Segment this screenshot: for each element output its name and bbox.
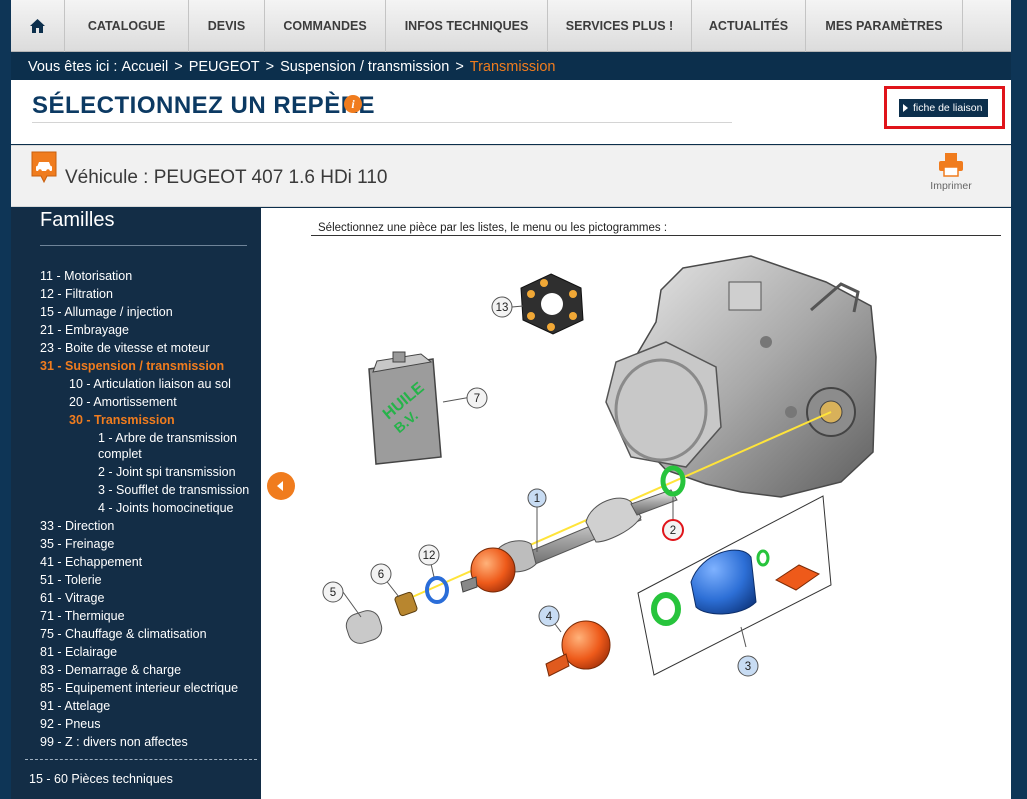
vehicle-label: Véhicule : PEUGEOT 407 1.6 HDi 110: [65, 167, 388, 188]
gearbox-illustration: [605, 255, 877, 498]
play-arrow-icon: [903, 104, 908, 112]
family-item[interactable]: 33 - Direction: [40, 517, 262, 535]
family-item[interactable]: 61 - Vitrage: [40, 589, 262, 607]
families-sidebar: Familles 11 - Motorisation 12 - Filtrati…: [11, 208, 261, 799]
breadcrumb-current: Transmission: [469, 58, 556, 75]
callout-label: 6: [378, 569, 384, 581]
part-item[interactable]: 1 - Arbre de transmission complet: [40, 429, 262, 463]
part-item[interactable]: 3 - Soufflet de transmission: [40, 481, 262, 499]
printer-icon: [939, 153, 963, 177]
info-icon[interactable]: i: [344, 95, 362, 113]
callout-label: 13: [496, 302, 509, 314]
family-item[interactable]: 11 - Motorisation: [40, 267, 262, 285]
nav-devis[interactable]: DEVIS: [189, 0, 265, 52]
fiche-highlight-frame: fiche de liaison: [884, 86, 1005, 129]
page-header: SÉLECTIONNEZ UN REPÈRE i fiche de liaiso…: [11, 80, 1011, 144]
page-title: SÉLECTIONNEZ UN REPÈRE: [32, 92, 376, 119]
nav-commandes[interactable]: COMMANDES: [265, 0, 386, 52]
callout-label: 7: [474, 393, 480, 405]
sidebar-divider: [40, 245, 247, 246]
family-item[interactable]: 21 - Embrayage: [40, 321, 262, 339]
instruction-text: Sélectionnez une pièce par les listes, l…: [318, 222, 668, 234]
hex-coupling-illustration: [520, 273, 584, 335]
title-divider: [32, 122, 732, 123]
vehicle-bar: Véhicule : PEUGEOT 407 1.6 HDi 110 Impri…: [11, 145, 1011, 207]
print-button[interactable]: Imprimer: [921, 152, 981, 198]
print-label: Imprimer: [930, 180, 972, 192]
fiche-de-liaison-button[interactable]: fiche de liaison: [899, 99, 989, 117]
family-item[interactable]: 85 - Equipement interieur electrique: [40, 679, 262, 697]
family-item-active[interactable]: 31 - Suspension / transmission: [40, 357, 262, 375]
car-badge-icon: [31, 151, 57, 184]
family-item[interactable]: 99 - Z : divers non affectes: [40, 733, 262, 751]
home-icon: [30, 19, 45, 33]
nav-catalogue[interactable]: CATALOGUE: [65, 0, 189, 52]
callout-3[interactable]: 3: [737, 655, 759, 677]
subfamily-item[interactable]: 20 - Amortissement: [40, 393, 262, 411]
callout-7[interactable]: 7: [466, 387, 488, 409]
sidebar-footer[interactable]: 15 - 60 Pièces techniques: [29, 772, 173, 786]
callout-label: 2: [670, 525, 676, 537]
callout-label: 1: [534, 493, 540, 505]
home-button[interactable]: [11, 0, 65, 52]
top-navigation: CATALOGUE DEVIS COMMANDES INFOS TECHNIQU…: [11, 0, 1011, 52]
nav-services-plus[interactable]: SERVICES PLUS !: [548, 0, 692, 52]
family-item[interactable]: 91 - Attelage: [40, 697, 262, 715]
nav-actualites[interactable]: ACTUALITÉS: [692, 0, 806, 52]
page-background-right: [1011, 0, 1027, 799]
fiche-button-label: fiche de liaison: [913, 102, 983, 114]
callout-12[interactable]: 12: [418, 544, 440, 566]
part-item[interactable]: 4 - Joints homocinetique: [40, 499, 262, 517]
callout-6[interactable]: 6: [370, 563, 392, 585]
callout-5[interactable]: 5: [322, 581, 344, 603]
subfamily-item-active[interactable]: 30 - Transmission: [40, 411, 262, 429]
exploded-parts-diagram: HUILE B.V. 1 2 3 4 5 6 7 12 13: [322, 255, 877, 677]
page-background-left: [0, 0, 11, 799]
breadcrumb-suspension[interactable]: Suspension / transmission: [280, 59, 449, 75]
family-item[interactable]: 83 - Demarrage & charge: [40, 661, 262, 679]
nav-infos-techniques[interactable]: INFOS TECHNIQUES: [386, 0, 548, 52]
family-item[interactable]: 81 - Eclairage: [40, 643, 262, 661]
callout-4[interactable]: 4: [538, 605, 560, 627]
family-list: 11 - Motorisation 12 - Filtration 15 - A…: [40, 267, 262, 751]
callout-13[interactable]: 13: [491, 296, 513, 318]
family-item[interactable]: 92 - Pneus: [40, 715, 262, 733]
family-item[interactable]: 51 - Tolerie: [40, 571, 262, 589]
callout-label: 12: [423, 550, 436, 562]
subfamily-item[interactable]: 10 - Articulation liaison au sol: [40, 375, 262, 393]
callout-2[interactable]: 2: [662, 519, 684, 541]
family-item[interactable]: 23 - Boite de vitesse et moteur: [40, 339, 262, 357]
family-item[interactable]: 71 - Thermique: [40, 607, 262, 625]
breadcrumb-peugeot[interactable]: PEUGEOT: [189, 59, 260, 75]
family-item[interactable]: 75 - Chauffage & climatisation: [40, 625, 262, 643]
oil-can-illustration: HUILE B.V.: [368, 351, 442, 465]
breadcrumb-prefix: Vous êtes ici :: [28, 58, 118, 75]
callout-label: 5: [330, 587, 336, 599]
nav-mes-parametres[interactable]: MES PARAMÈTRES: [806, 0, 963, 52]
family-item[interactable]: 41 - Echappement: [40, 553, 262, 571]
sidebar-dashed-divider: [25, 759, 257, 760]
chevron-left-icon: [277, 481, 283, 491]
breadcrumb-separator: >: [265, 58, 275, 75]
breadcrumb: Vous êtes ici : Accueil > PEUGEOT > Susp…: [11, 53, 1011, 80]
sidebar-collapse-button[interactable]: [267, 472, 295, 500]
breadcrumb-separator: >: [174, 58, 183, 75]
callout-label: 4: [546, 611, 553, 623]
breadcrumb-separator: >: [455, 58, 464, 75]
sidebar-title: Familles: [40, 209, 115, 231]
instruction-underline: [311, 235, 1001, 236]
main-content: Sélectionnez une pièce par les listes, l…: [261, 208, 1011, 799]
cv-joint-illustration: [545, 620, 611, 677]
callout-label: 3: [745, 661, 751, 673]
family-item[interactable]: 15 - Allumage / injection: [40, 303, 262, 321]
part-item[interactable]: 2 - Joint spi transmission: [40, 463, 262, 481]
family-item[interactable]: 35 - Freinage: [40, 535, 262, 553]
callout-1[interactable]: 1: [527, 488, 547, 508]
family-item[interactable]: 12 - Filtration: [40, 285, 262, 303]
breadcrumb-accueil[interactable]: Accueil: [121, 59, 168, 75]
drive-shaft-illustration: [460, 489, 678, 593]
